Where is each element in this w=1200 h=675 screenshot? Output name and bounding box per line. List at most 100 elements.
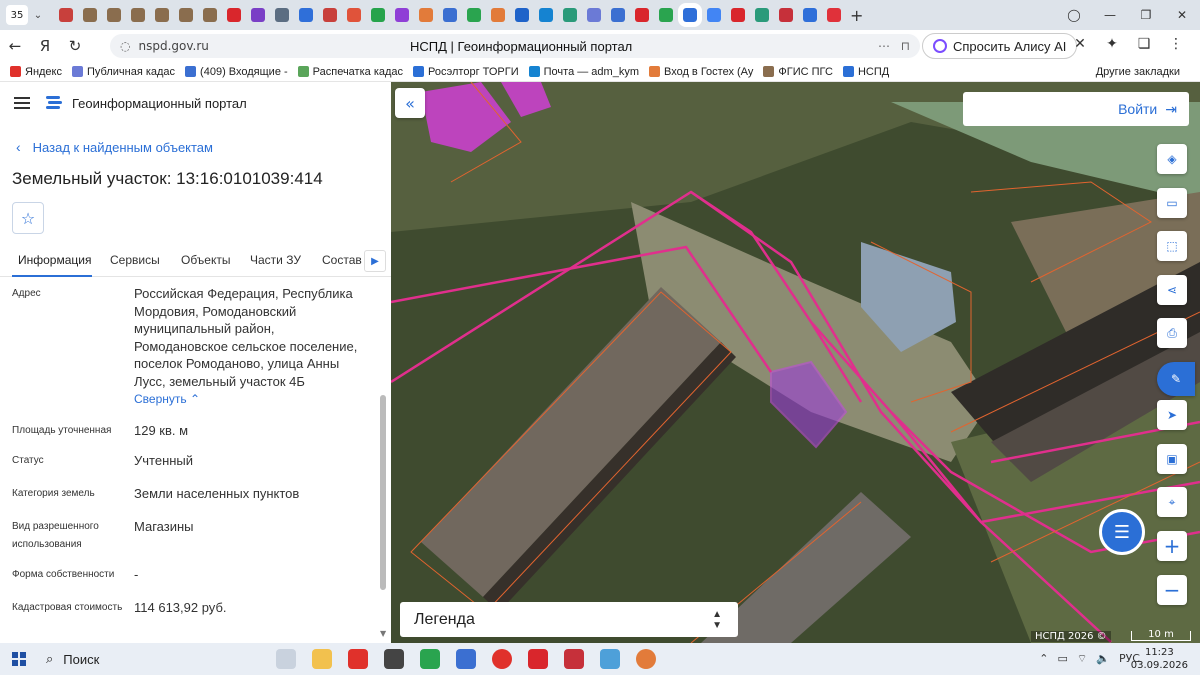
tab-favicon[interactable] — [707, 8, 721, 22]
close-icon[interactable]: ✕ — [1164, 8, 1200, 22]
back-arrow-icon[interactable]: ← — [0, 37, 30, 55]
bookmark-item[interactable]: Почта — adm_kym — [528, 66, 639, 78]
tab-favicon[interactable] — [443, 8, 457, 22]
bookmark-item[interactable]: Публичная кадас — [72, 66, 175, 78]
scroll-down-icon[interactable]: ▼ — [380, 629, 386, 638]
other-bookmarks[interactable]: Другие закладки — [1096, 66, 1180, 78]
bookmark-item[interactable]: Росэлторг ТОРГИ — [413, 66, 519, 78]
tab-favicon[interactable] — [755, 8, 769, 22]
taskbar-search[interactable]: ⌕ Поиск — [42, 643, 264, 675]
bookmark-item[interactable]: НСПД — [842, 66, 889, 78]
battery-icon[interactable]: ▭ — [1058, 652, 1068, 666]
measure-button[interactable]: ▭ — [1157, 188, 1187, 218]
tools-icon[interactable]: ✕ — [1064, 36, 1096, 52]
locate-button[interactable]: ⌖ — [1157, 487, 1187, 517]
tab-favicon[interactable] — [227, 8, 241, 22]
tab-favicon[interactable] — [371, 8, 385, 22]
reload-icon[interactable]: ↻ — [60, 37, 90, 55]
login-button[interactable]: Войти ⇥ — [963, 92, 1189, 126]
yandex-browser-icon[interactable] — [492, 649, 512, 669]
tab-favicon[interactable] — [803, 8, 817, 22]
tab-favicon[interactable] — [539, 8, 553, 22]
feedback-button[interactable]: ✎ — [1157, 362, 1195, 396]
app-icon[interactable] — [600, 649, 620, 669]
select-area-button[interactable]: ⬚ — [1157, 231, 1187, 261]
tab-count-badge[interactable]: 35 — [6, 5, 28, 25]
tab-favicon[interactable] — [467, 8, 481, 22]
taskbar-clock[interactable]: 11:23 03.09.2026 — [1131, 646, 1188, 672]
bookmark-item[interactable]: Вход в Гостех (Ау — [648, 66, 753, 78]
tab-favicon[interactable] — [179, 8, 193, 22]
bookmark-item[interactable]: (409) Входящие - — [185, 66, 288, 78]
favorite-star-button[interactable]: ☆ — [12, 202, 44, 234]
legend-dropdown[interactable]: Легенда ▲ ▼ — [400, 602, 738, 637]
tab-favicon[interactable] — [251, 8, 265, 22]
tab-favicon[interactable] — [635, 8, 649, 22]
new-tab-icon[interactable]: + — [850, 6, 863, 25]
app-icon[interactable] — [384, 649, 404, 669]
tab-favicon[interactable] — [515, 8, 529, 22]
chevron-down-icon[interactable]: ⌄ — [28, 10, 48, 21]
tab-favicon[interactable] — [731, 8, 745, 22]
profile-icon[interactable]: ◯ — [1056, 8, 1092, 22]
tab-favicon[interactable] — [131, 8, 145, 22]
collapse-panel-button[interactable]: « — [395, 88, 425, 118]
zoom-in-button[interactable]: + — [1157, 531, 1187, 561]
tab-favicon[interactable] — [275, 8, 289, 22]
tab-favicon[interactable] — [347, 8, 361, 22]
tab-favicon[interactable] — [611, 8, 625, 22]
tab-favicon[interactable] — [659, 8, 673, 22]
app-icon[interactable] — [636, 649, 656, 669]
tab-favicon[interactable] — [587, 8, 601, 22]
app-icon[interactable] — [528, 649, 548, 669]
tab-favicon[interactable] — [155, 8, 169, 22]
tab-composition[interactable]: Состав — [322, 253, 362, 267]
tab-favicon[interactable] — [827, 8, 841, 22]
tab-favicon[interactable] — [323, 8, 337, 22]
panel-toggle-button[interactable]: ▣ — [1157, 444, 1187, 474]
layers-button[interactable]: ◈ — [1157, 144, 1187, 174]
more-icon[interactable]: ⋯ — [878, 39, 890, 53]
network-icon[interactable]: ⌔ — [1077, 652, 1087, 666]
chat-assistant-button[interactable]: ☰ — [1099, 509, 1145, 555]
minimize-icon[interactable]: — — [1092, 8, 1128, 22]
tab-favicon[interactable] — [203, 8, 217, 22]
hamburger-menu-icon[interactable] — [14, 97, 30, 109]
extensions-icon[interactable]: ✦ — [1096, 36, 1128, 52]
tab-favicon[interactable] — [563, 8, 577, 22]
back-to-results-link[interactable]: ‹ Назад к найденным объектам — [16, 139, 213, 155]
bookmark-item[interactable]: Распечатка кадас — [297, 66, 403, 78]
navigate-button[interactable]: ➤ — [1157, 400, 1187, 430]
print-button[interactable]: ⎙ — [1157, 318, 1187, 348]
menu-icon[interactable]: ⋮ — [1160, 36, 1192, 52]
tab-services[interactable]: Сервисы — [110, 253, 160, 267]
bookmark-item[interactable]: Яндекс — [10, 66, 62, 78]
tab-favicon[interactable] — [59, 8, 73, 22]
tab-favicon[interactable] — [107, 8, 121, 22]
kaspersky-icon[interactable] — [420, 649, 440, 669]
panel-scrollbar[interactable] — [380, 395, 386, 590]
tab-information[interactable]: Информация — [18, 253, 91, 267]
restore-icon[interactable]: ❐ — [1128, 8, 1164, 22]
tab-favicon[interactable] — [299, 8, 313, 22]
bookmark-icon[interactable]: ⊓ — [901, 39, 910, 53]
tab-favicon-active[interactable] — [678, 3, 702, 27]
app-icon[interactable] — [564, 649, 584, 669]
bookmark-item[interactable]: ФГИС ПГС — [763, 66, 833, 78]
tab-favicon[interactable] — [779, 8, 793, 22]
ask-alice-button[interactable]: Спросить Алису AI — [922, 33, 1078, 59]
chevron-up-icon[interactable]: ⌃ — [1039, 652, 1048, 666]
tabs-scroll-right-button[interactable]: ▶ — [364, 250, 386, 272]
map-view[interactable]: « Войти ⇥ ◈ ▭ ⬚ ⋖ ⎙ ✎ ➤ ▣ ⌖ + − ☰ Легенд… — [391, 82, 1200, 643]
yandex-app-icon[interactable] — [348, 649, 368, 669]
zoom-out-button[interactable]: − — [1157, 575, 1187, 605]
tab-favicon[interactable] — [491, 8, 505, 22]
app-icon[interactable] — [456, 649, 476, 669]
file-explorer-icon[interactable] — [312, 649, 332, 669]
collections-icon[interactable]: ❏ — [1128, 36, 1160, 52]
windows-start-icon[interactable] — [12, 652, 26, 666]
url-field[interactable]: ◌ nspd.gov.ru НСПД | Геоинформационный п… — [110, 34, 920, 58]
tab-favicon[interactable] — [419, 8, 433, 22]
tab-objects[interactable]: Объекты — [181, 253, 231, 267]
yandex-logo-icon[interactable]: Я — [30, 37, 60, 55]
